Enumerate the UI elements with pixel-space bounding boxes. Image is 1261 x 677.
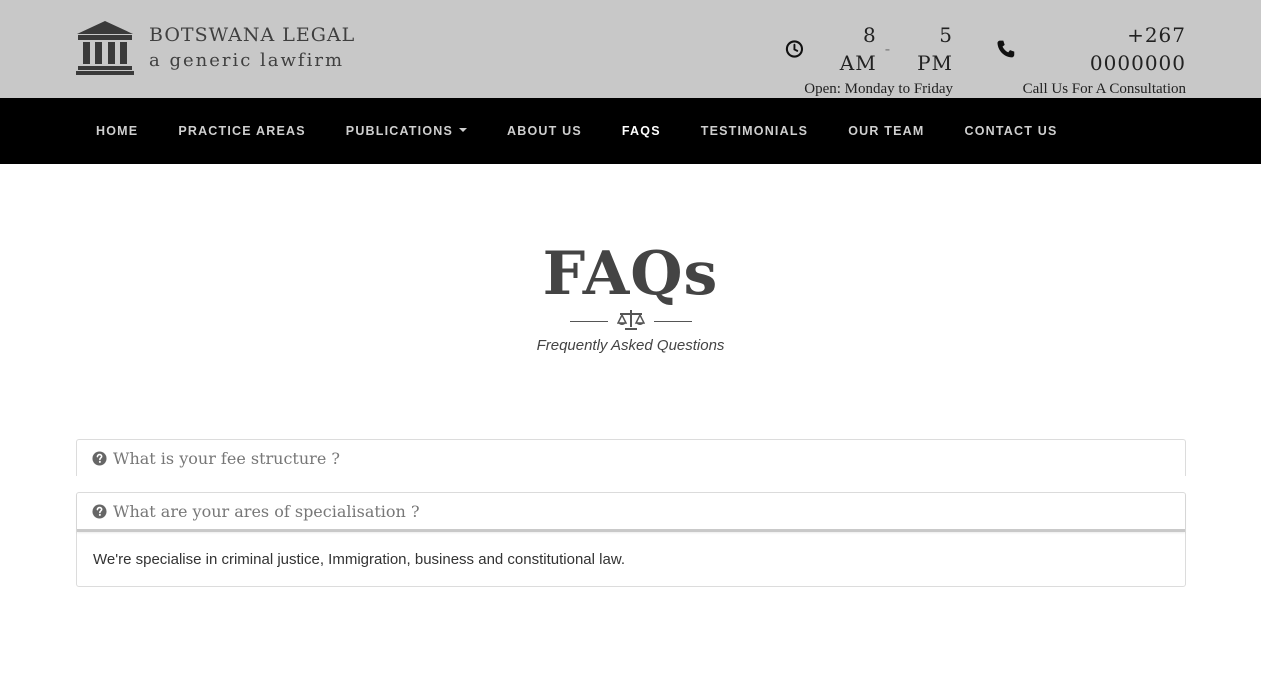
faq-accordion: What is your fee structure ? What are yo… [76,439,1186,587]
phone-info[interactable]: +267 0000000 Call Us For A Consultation [996,21,1186,100]
page-subtitle: Frequently Asked Questions [536,337,725,354]
nav-menu: HOME PRACTICE AREAS PUBLICATIONS ABOUT U… [76,98,1078,164]
nav-item-about-us[interactable]: ABOUT US [487,98,602,164]
question-circle-icon [92,450,107,466]
phone-cta: Call Us For A Consultation [1022,81,1186,97]
nav-item-testimonials[interactable]: TESTIMONIALS [681,98,828,164]
divider-line-left [570,321,608,322]
faq-question: What is your fee structure ? [113,448,340,468]
nav-item-faqs[interactable]: FAQS [602,98,681,164]
phone-number[interactable]: +267 0000000 [1026,21,1186,77]
nav-item-our-team[interactable]: OUR TEAM [828,98,944,164]
clock-icon [785,40,804,58]
hours-open: 8 AM [839,23,877,75]
nav-item-publications[interactable]: PUBLICATIONS [326,98,487,164]
nav-item-practice-areas[interactable]: PRACTICE AREAS [158,98,325,164]
brand-tagline: a generic lawfirm [149,49,345,71]
brand[interactable]: BOTSWANA LEGAL a generic lawfirm [76,20,355,75]
phone-icon [997,40,1015,58]
faq-question-toggle[interactable]: What are your ares of specialisation ? [77,493,1185,532]
nav-item-publications-label: PUBLICATIONS [345,124,454,138]
hours-days: Open: Monday to Friday [804,81,953,97]
brand-text: BOTSWANA LEGAL a generic lawfirm [149,23,355,73]
faq-question: What are your ares of specialisation ? [113,501,420,521]
nav-item-contact-us[interactable]: CONTACT US [944,98,1077,164]
divider-line-right [654,321,692,322]
dropdown-caret-icon [459,128,468,132]
nav-item-home[interactable]: HOME [76,98,158,164]
faq-answer: We're specialise in criminal justice, Im… [93,550,625,568]
faq-item: What is your fee structure ? [76,439,1186,476]
main-navbar: HOME PRACTICE AREAS PUBLICATIONS ABOUT U… [0,98,1261,164]
hours-close: 5 PM [917,23,953,75]
faq-item: What are your ares of specialisation ? W… [76,492,1186,587]
question-circle-icon [92,503,107,519]
brand-name: BOTSWANA LEGAL [149,23,356,46]
scales-icon [617,310,645,330]
top-header: BOTSWANA LEGAL a generic lawfirm 8 AM - … [0,0,1261,98]
title-divider [570,309,692,333]
courthouse-icon [76,21,134,75]
hours-separator: - [884,39,892,58]
page-title: FAQs [542,239,719,309]
hours-info: 8 AM - 5 PM Open: Monday to Friday [785,21,953,100]
faq-question-toggle[interactable]: What is your fee structure ? [77,440,1185,476]
